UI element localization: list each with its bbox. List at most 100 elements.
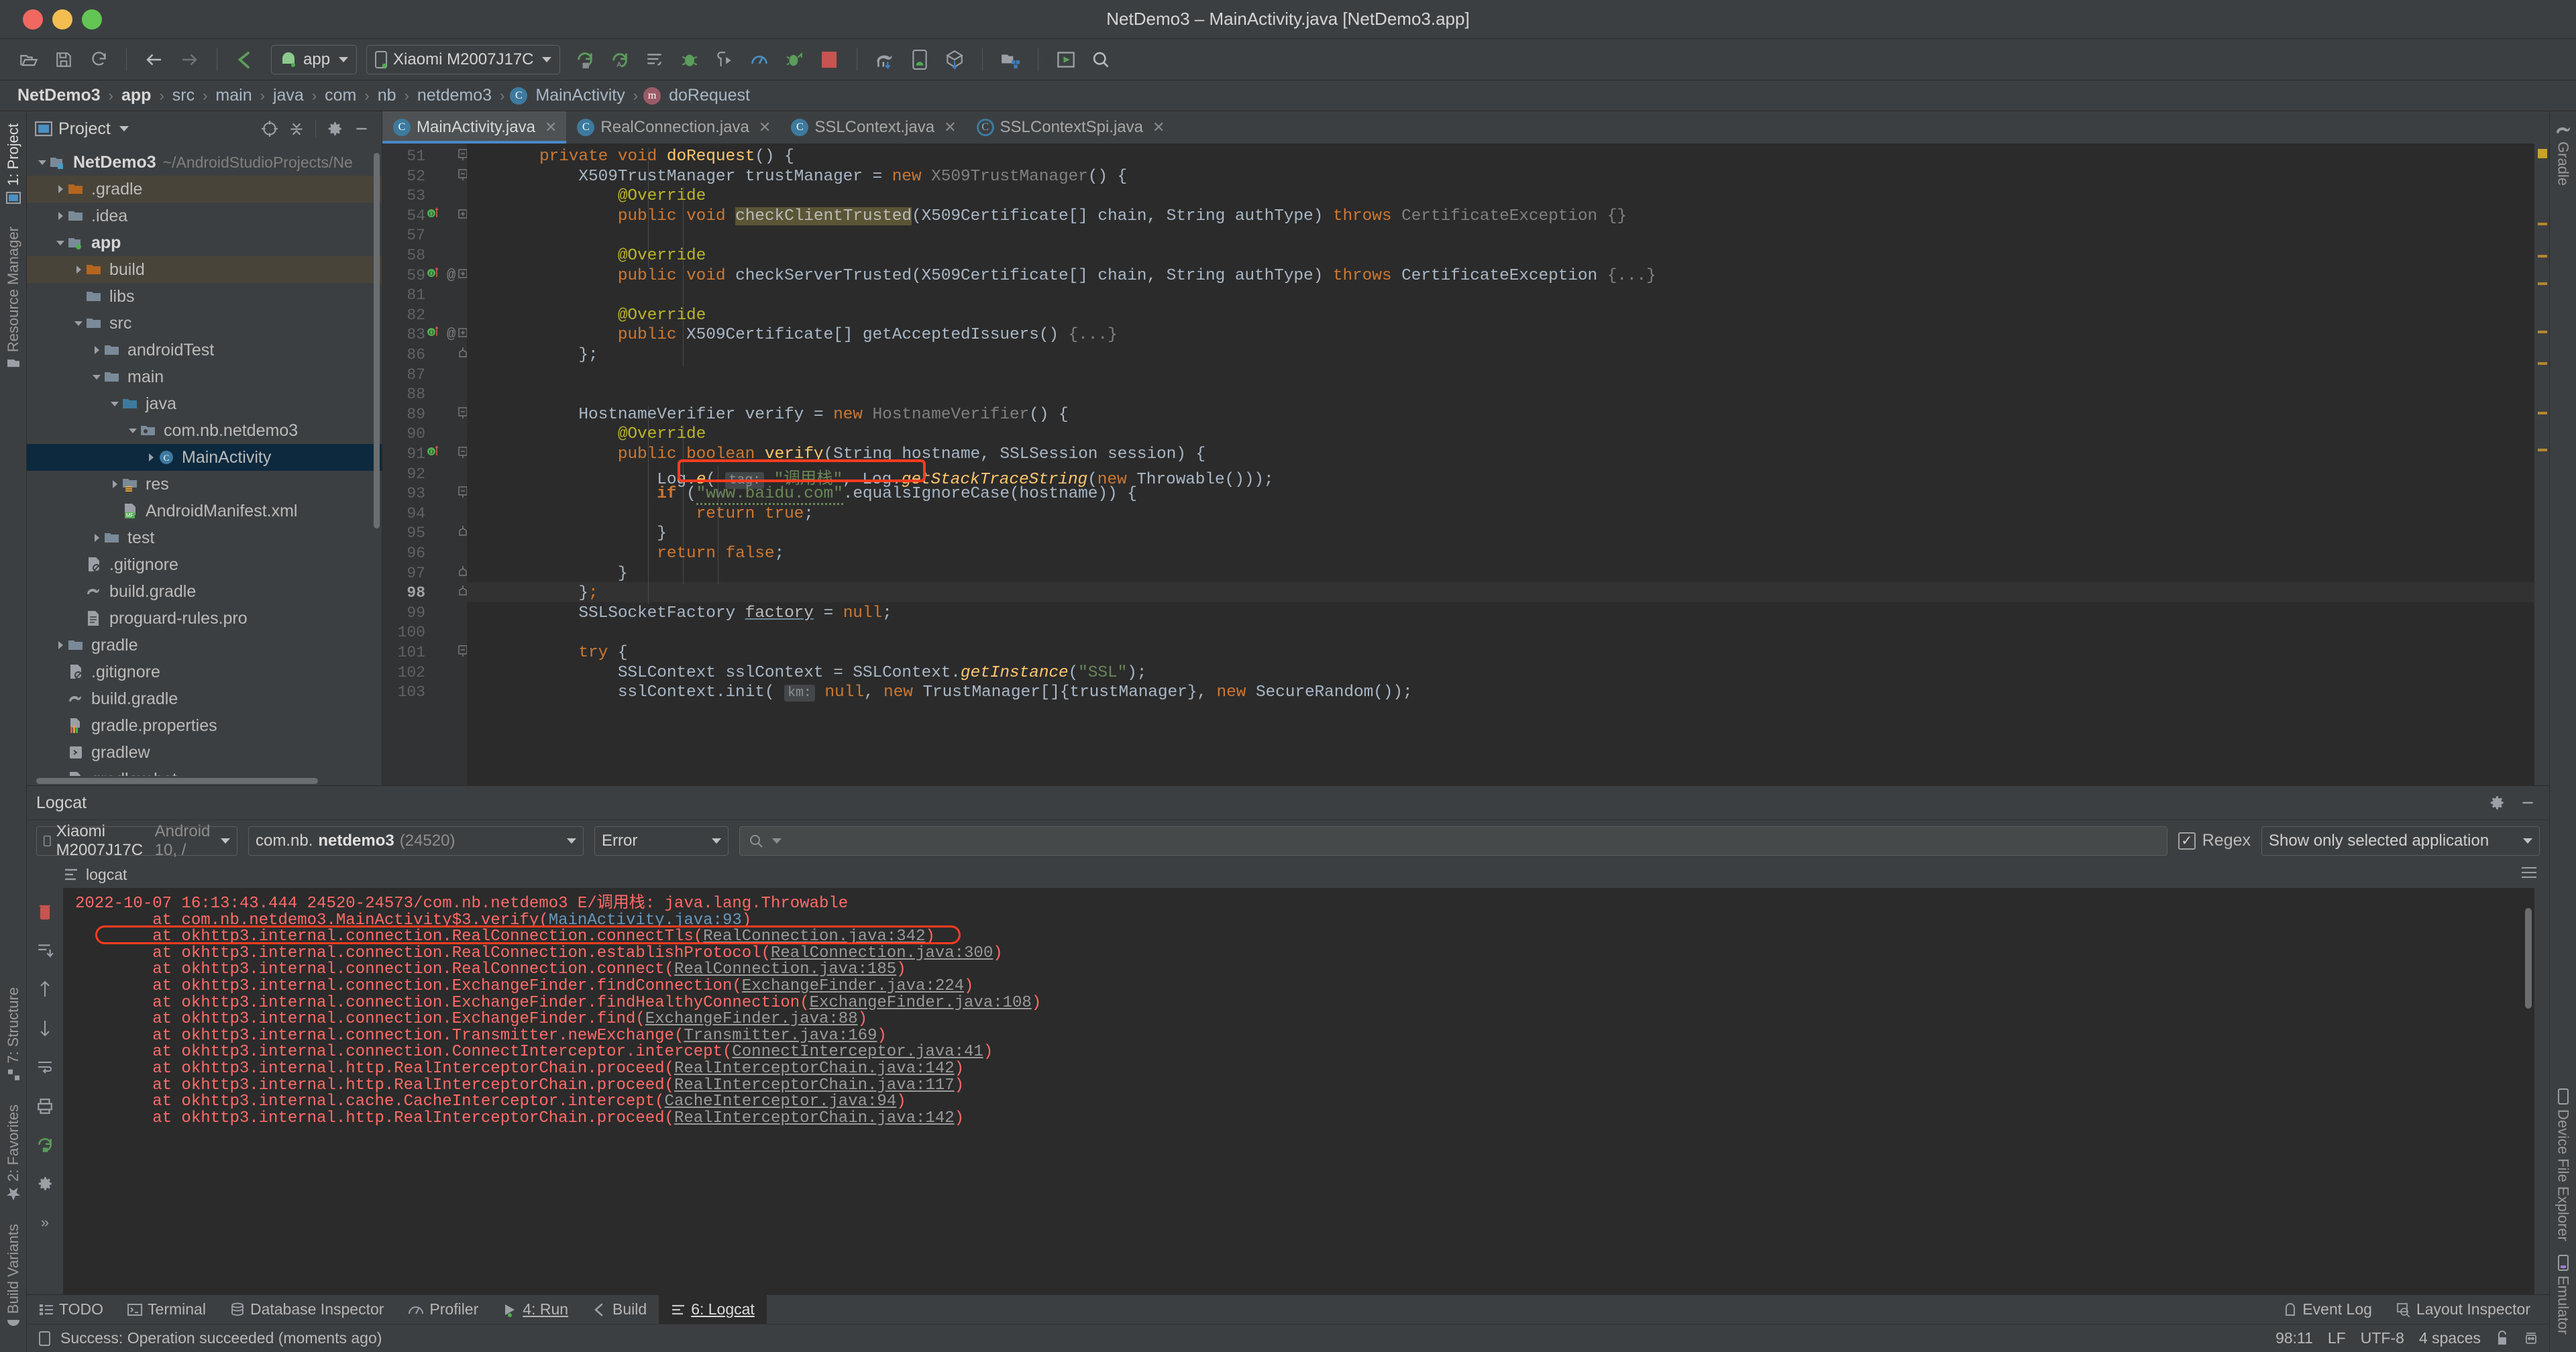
logcat-line[interactable]: at com.nb.netdemo3.MainActivity$3.verify… bbox=[75, 912, 2534, 929]
maximize-window-button[interactable] bbox=[82, 9, 102, 30]
bottom-tab-layout-inspector[interactable]: Layout Inspector bbox=[2384, 1295, 2549, 1324]
logcat-line[interactable]: at okhttp3.internal.http.RealInterceptor… bbox=[75, 1109, 2534, 1127]
gradle-sync-icon[interactable] bbox=[869, 44, 900, 75]
code-line[interactable]: public void checkClientTrusted(X509Certi… bbox=[539, 207, 1627, 225]
gutter-line-number[interactable]: 97 bbox=[394, 565, 425, 582]
code-editor[interactable]: 51 52 53 54 O 57 58 59 O @81 82 83 O @86 87 88 89 90 91 O 92… bbox=[382, 144, 2549, 785]
breadcrumb-item-6[interactable]: nb bbox=[375, 86, 399, 105]
override-marker-icon[interactable]: O bbox=[427, 206, 440, 225]
logcat-link[interactable]: ConnectInterceptor.java:41 bbox=[732, 1043, 983, 1061]
device-selector[interactable]: Xiaomi M2007J17C bbox=[366, 44, 561, 74]
collapse-all-icon[interactable] bbox=[284, 117, 309, 141]
scroll-to-end-icon[interactable] bbox=[32, 938, 58, 963]
marker-tick[interactable] bbox=[2538, 223, 2547, 225]
logcat-link[interactable]: RealInterceptorChain.java:142 bbox=[674, 1109, 955, 1127]
marker-tick[interactable] bbox=[2538, 331, 2547, 333]
logcat-line[interactable]: at okhttp3.internal.connection.ExchangeF… bbox=[75, 995, 2534, 1012]
settings-gear-icon[interactable] bbox=[32, 1171, 58, 1196]
logcat-link[interactable]: RealInterceptorChain.java:117 bbox=[674, 1076, 955, 1094]
code-line[interactable]: if ("www.baidu.com".equalsIgnoreCase(hos… bbox=[539, 485, 1137, 506]
locate-icon[interactable] bbox=[258, 117, 282, 141]
expand-arrow-icon[interactable] bbox=[144, 453, 158, 462]
tree-node-src[interactable]: src bbox=[27, 310, 382, 337]
lock-icon[interactable] bbox=[2496, 1330, 2509, 1347]
tab-sslcontext-java[interactable]: C SSLContext.java ✕ bbox=[780, 111, 965, 144]
build-icon[interactable] bbox=[229, 44, 260, 75]
tree-node-gradle-properties[interactable]: gradle.properties bbox=[27, 712, 382, 739]
logcat-link[interactable]: RealConnection.java:342 bbox=[703, 927, 925, 946]
sidebar-item-7-structure[interactable]: 7: Structure bbox=[3, 980, 23, 1088]
gutter-line-number[interactable]: 98 bbox=[394, 584, 425, 602]
bottom-tab-logcat[interactable]: 6: Logcat bbox=[659, 1295, 767, 1324]
tree-node-proguard-rules-pro[interactable]: proguard-rules.pro bbox=[27, 605, 382, 632]
expand-arrow-icon[interactable] bbox=[89, 533, 104, 543]
logcat-link[interactable]: CacheInterceptor.java:94 bbox=[665, 1092, 897, 1111]
gutter-line-number[interactable]: 87 bbox=[394, 366, 425, 384]
gutter-line-number[interactable]: 103 bbox=[394, 683, 425, 701]
gutter-line-number[interactable]: 59 bbox=[394, 267, 425, 284]
tree-node-build[interactable]: build bbox=[27, 256, 382, 283]
logcat-link[interactable]: ExchangeFinder.java:224 bbox=[742, 977, 964, 995]
marker-tick[interactable] bbox=[2538, 255, 2547, 258]
gutter-line-number[interactable]: 54 bbox=[394, 207, 425, 225]
module-selector[interactable]: app bbox=[271, 44, 358, 74]
collapse-arrow-icon[interactable] bbox=[53, 238, 68, 247]
code-line[interactable]: HostnameVerifier verify = new HostnameVe… bbox=[539, 406, 1068, 424]
settings-gear-icon[interactable] bbox=[323, 117, 347, 141]
line-separator[interactable]: LF bbox=[2328, 1329, 2346, 1347]
tab-realconnection-java[interactable]: C RealConnection.java ✕ bbox=[566, 111, 780, 144]
logcat-subtab-label[interactable]: logcat bbox=[86, 866, 127, 884]
expand-arrow-icon[interactable] bbox=[53, 640, 68, 650]
log-level-dropdown[interactable]: Error bbox=[594, 826, 729, 856]
gutter-line-number[interactable]: 86 bbox=[394, 346, 425, 363]
code-line[interactable]: } bbox=[539, 565, 628, 583]
settings-gear-icon[interactable] bbox=[2485, 791, 2509, 815]
tab-sslcontextspi-java[interactable]: C SSLContextSpi.java ✕ bbox=[966, 111, 1175, 144]
override-marker-icon[interactable]: O bbox=[427, 325, 440, 343]
code-line[interactable]: X509TrustManager trustManager = new X509… bbox=[539, 168, 1127, 186]
gutter-line-number[interactable]: 53 bbox=[394, 187, 425, 205]
sidebar-item-gradle[interactable]: Gradle bbox=[2553, 117, 2573, 192]
gutter-line-number[interactable]: 89 bbox=[394, 406, 425, 423]
code-line[interactable]: public void checkServerTrusted(X509Certi… bbox=[539, 267, 1656, 285]
logcat-link[interactable]: Transmitter.java:169 bbox=[684, 1027, 877, 1045]
tree-node-build-gradle[interactable]: build.gradle bbox=[27, 685, 382, 712]
tree-node-androidtest[interactable]: androidTest bbox=[27, 337, 382, 363]
minimize-icon[interactable] bbox=[350, 117, 374, 141]
gutter-line-number[interactable]: 100 bbox=[394, 624, 425, 641]
forward-arrow-icon[interactable] bbox=[174, 44, 205, 75]
code-line[interactable]: }; bbox=[539, 346, 598, 364]
breadcrumb-item-5[interactable]: com bbox=[322, 86, 359, 105]
logcat-line[interactable]: at okhttp3.internal.connection.ExchangeF… bbox=[75, 1011, 2534, 1028]
gutter-line-number[interactable]: 88 bbox=[394, 386, 425, 403]
editor-gutter[interactable]: 51 52 53 54 O 57 58 59 O @81 82 83 O @86 87 88 89 90 91 O 92… bbox=[382, 144, 468, 785]
marker-tick[interactable] bbox=[2538, 282, 2547, 285]
open-folder-icon[interactable] bbox=[13, 44, 44, 75]
run-icon[interactable] bbox=[570, 44, 600, 75]
sidebar-item-resource-manager[interactable]: Resource Manager bbox=[3, 220, 23, 378]
code-line[interactable]: sslContext.init( km: null, new TrustMana… bbox=[539, 683, 1413, 702]
logcat-scrollbar[interactable] bbox=[2525, 908, 2532, 1009]
breadcrumb-item-0[interactable]: NetDemo3 bbox=[15, 86, 103, 105]
bottom-tab-build[interactable]: Build bbox=[580, 1295, 659, 1324]
tree-node-netdemo3[interactable]: NetDemo3 ~/AndroidStudioProjects/Ne bbox=[27, 149, 382, 176]
inspection-face-icon[interactable] bbox=[2524, 1330, 2538, 1347]
code-line[interactable]: }; bbox=[539, 584, 598, 602]
code-line[interactable]: public boolean verify(String hostname, S… bbox=[539, 445, 1205, 463]
tab-mainactivity-java[interactable]: C MainActivity.java ✕ bbox=[382, 111, 567, 144]
tree-node-idea[interactable]: .idea bbox=[27, 203, 382, 229]
expand-arrow-icon[interactable] bbox=[53, 184, 68, 194]
minimize-window-button[interactable] bbox=[52, 9, 72, 30]
logcat-link[interactable]: ExchangeFinder.java:88 bbox=[645, 1010, 858, 1028]
breadcrumb-item-3[interactable]: main bbox=[213, 86, 254, 105]
print-icon[interactable] bbox=[32, 1093, 58, 1119]
logcat-link[interactable]: ExchangeFinder.java:108 bbox=[810, 994, 1032, 1012]
code-line[interactable]: private void doRequest() { bbox=[539, 148, 794, 166]
clear-all-icon[interactable] bbox=[32, 899, 58, 924]
process-dropdown[interactable]: com.nb. netdemo3 (24520) bbox=[248, 826, 584, 856]
sidebar-item-device-file-explorer[interactable]: Device File Explorer bbox=[2553, 1082, 2573, 1248]
marker-tick[interactable] bbox=[2538, 412, 2547, 414]
attach-debugger-icon[interactable] bbox=[709, 44, 740, 75]
caret-position[interactable]: 98:11 bbox=[2275, 1329, 2313, 1347]
expand-arrow-icon[interactable] bbox=[53, 211, 68, 221]
